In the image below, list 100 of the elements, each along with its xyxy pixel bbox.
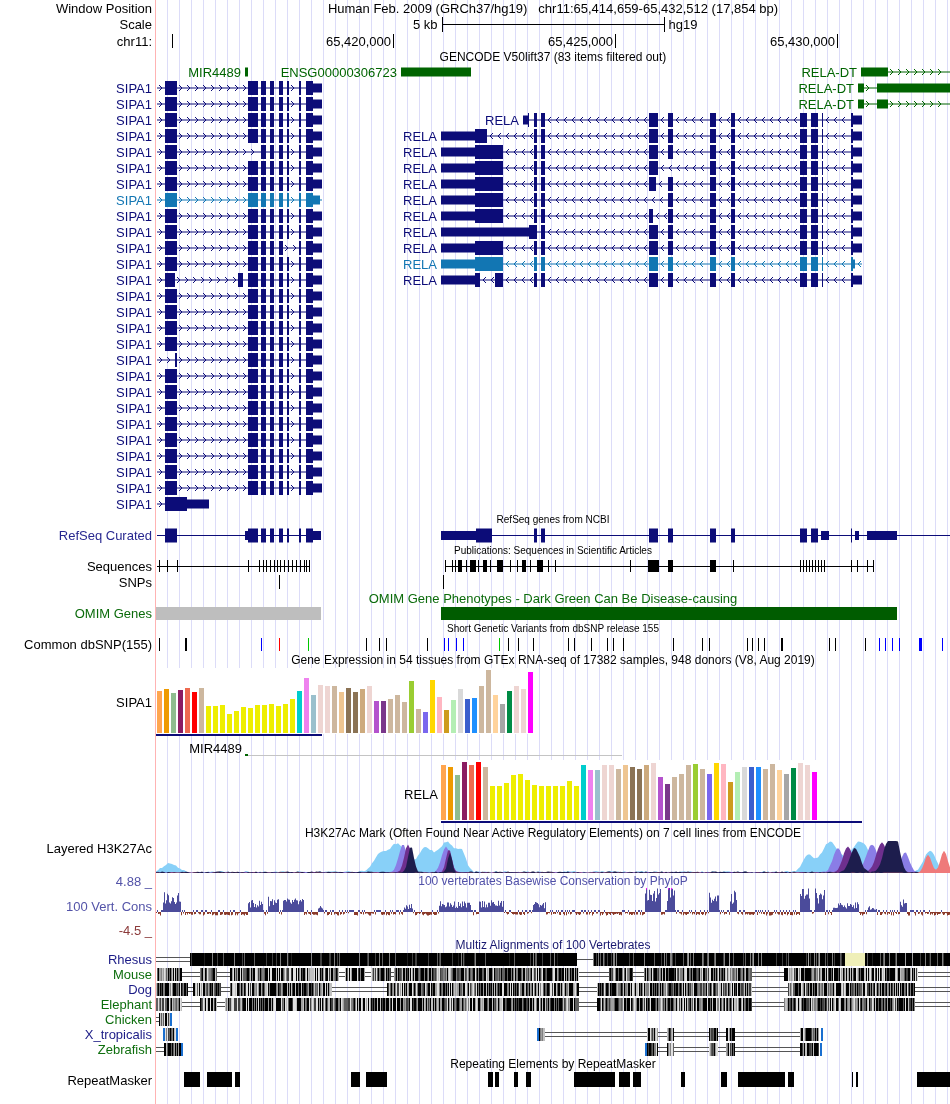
expression-bar[interactable] [623,765,628,820]
expression-bar[interactable] [511,775,516,820]
expression-bar[interactable] [178,690,183,733]
expression-bar[interactable] [318,685,323,733]
variant-tick[interactable] [456,638,457,651]
expression-bar[interactable] [276,706,281,733]
variant-tick[interactable] [747,638,748,651]
track-label[interactable]: OMIM Genes [74,606,152,621]
species-label[interactable]: Elephant [100,997,152,1012]
track-label[interactable]: RepeatMasker [67,1072,152,1088]
repeat-block[interactable] [738,1072,785,1087]
omim-gene-bar[interactable] [156,607,321,620]
repeat-block[interactable] [917,1072,950,1087]
variant-tick[interactable] [185,638,187,651]
variant-tick[interactable] [386,638,387,651]
expression-bar[interactable] [430,680,435,733]
repeat-block[interactable] [235,1072,240,1087]
transcript-model[interactable] [441,241,862,255]
expression-bar[interactable] [479,686,484,733]
transcript-model[interactable] [157,273,322,287]
expression-bar[interactable] [476,762,481,820]
variant-tick[interactable] [591,638,592,651]
expression-bar[interactable] [525,780,530,820]
expression-bar[interactable] [493,695,498,733]
expression-bar[interactable] [297,691,302,733]
expression-bar[interactable] [665,784,670,820]
expression-bar[interactable] [409,681,414,733]
expression-bar[interactable] [311,695,316,733]
track-label[interactable]: Sequences [86,558,152,574]
species-label[interactable]: Rhesus [107,952,152,967]
expression-bar[interactable] [451,700,456,733]
variant-tick[interactable] [159,638,160,651]
expression-bar[interactable] [686,765,691,820]
transcript-model[interactable] [157,401,322,415]
alignment-drawing[interactable] [157,968,950,981]
expression-bar[interactable] [756,767,761,820]
expression-bar[interactable] [630,767,635,820]
variant-tick[interactable] [829,638,830,651]
expression-bar[interactable] [567,781,572,820]
expression-bar[interactable] [500,704,505,733]
expression-bar[interactable] [791,768,796,820]
expression-bar[interactable] [609,765,614,820]
transcript-model[interactable] [157,385,322,399]
variant-tick[interactable] [444,638,445,651]
expression-bar[interactable] [546,786,551,820]
transcript-model[interactable] [441,193,862,207]
gene-model[interactable] [157,528,321,543]
variant-tick[interactable] [533,638,534,651]
variant-tick[interactable] [308,638,309,651]
variant-tick[interactable] [463,638,464,651]
transcript-model[interactable] [441,209,862,223]
expression-bar[interactable] [465,699,470,733]
transcript-model[interactable] [157,289,322,303]
expression-bar[interactable] [290,699,295,733]
transcript-model[interactable] [157,113,322,127]
alignment-drawing[interactable] [156,983,950,996]
transcript-model[interactable] [157,337,322,351]
variant-tick[interactable] [892,638,893,651]
repeat-block[interactable] [619,1072,630,1087]
expression-bar[interactable] [213,706,218,733]
species-label[interactable]: Zebrafish [97,1042,152,1057]
expression-bar[interactable] [581,765,586,820]
variant-tick[interactable] [518,638,519,651]
transcript-model[interactable] [157,305,322,319]
expression-bar[interactable] [637,769,642,820]
variant-tick[interactable] [448,638,449,651]
repeat-block[interactable] [633,1072,641,1087]
transcript-model[interactable] [157,433,322,447]
expression-bar[interactable] [784,774,789,820]
expression-bar[interactable] [458,689,463,733]
alignment-drawing[interactable] [156,1013,172,1026]
expression-bar[interactable] [416,709,421,733]
expression-bar[interactable] [672,777,677,820]
transcript-model[interactable] [157,81,322,95]
transcript-model[interactable] [157,481,322,495]
expression-bar[interactable] [521,689,526,733]
repeat-block[interactable] [366,1072,387,1087]
expression-bar[interactable] [777,770,782,820]
expression-bar[interactable] [707,774,712,820]
expression-bar[interactable] [616,769,621,820]
repeat-block[interactable] [207,1072,232,1087]
gene-model[interactable] [441,528,950,543]
expression-bar[interactable] [798,763,803,820]
variant-tick[interactable] [607,638,608,651]
expression-bar[interactable] [157,691,162,733]
repeat-block[interactable] [351,1072,360,1087]
transcript-model[interactable] [157,417,322,431]
repeat-block[interactable] [184,1072,200,1087]
expression-bar[interactable] [423,712,428,733]
transcript-model[interactable] [157,97,322,111]
expression-bar[interactable] [532,785,537,820]
repeat-block[interactable] [574,1072,615,1087]
expression-bar[interactable] [192,692,197,733]
track-label[interactable]: Layered H3K27Ac [46,841,152,856]
alignment-drawing[interactable] [156,998,950,1011]
variant-tick[interactable] [261,638,262,651]
expression-bar[interactable] [185,688,190,733]
transcript-model[interactable] [441,177,862,191]
variant-tick[interactable] [919,638,922,651]
expression-bar[interactable] [262,705,267,733]
